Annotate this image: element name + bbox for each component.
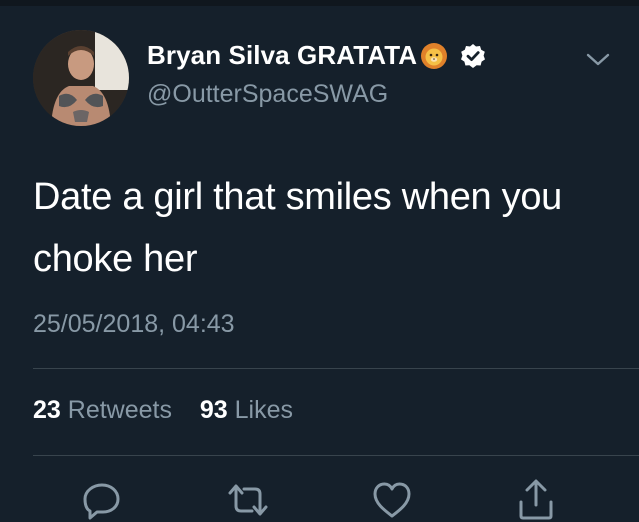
avatar[interactable]: [33, 30, 129, 126]
author-name-row[interactable]: Bryan Silva GRATATA: [147, 40, 486, 71]
verified-badge-icon: [461, 43, 486, 68]
share-icon[interactable]: [514, 478, 558, 522]
reply-icon[interactable]: [80, 478, 124, 522]
tweet-stats: 23 Retweets 93 Likes: [33, 396, 293, 425]
chevron-down-icon[interactable]: [585, 50, 611, 70]
author-handle[interactable]: @OutterSpaceSWAG: [147, 80, 388, 109]
retweets-count: 23: [33, 396, 61, 424]
tweet-text-line: choke her: [33, 238, 198, 280]
likes-label: Likes: [234, 396, 294, 424]
lion-face-icon: [421, 42, 448, 69]
likes-stat[interactable]: 93 Likes: [200, 396, 293, 424]
tweet-text: Date a girl that smiles when you choke h…: [33, 166, 623, 290]
likes-count: 93: [199, 396, 228, 424]
retweets-stat[interactable]: 23 Retweets: [33, 396, 179, 424]
tweet-text-line: Date a girl that smiles when you: [33, 176, 562, 218]
tweet-timestamp[interactable]: 25/05/2018, 04:43: [33, 310, 235, 339]
retweet-icon[interactable]: [226, 478, 270, 522]
tweet-actions-bar: [0, 478, 639, 520]
retweets-label: Retweets: [67, 396, 172, 424]
top-divider: [0, 0, 639, 6]
divider: [33, 455, 639, 456]
display-name[interactable]: Bryan Silva GRATATA: [147, 40, 417, 71]
like-icon[interactable]: [370, 478, 414, 522]
divider: [33, 368, 639, 369]
